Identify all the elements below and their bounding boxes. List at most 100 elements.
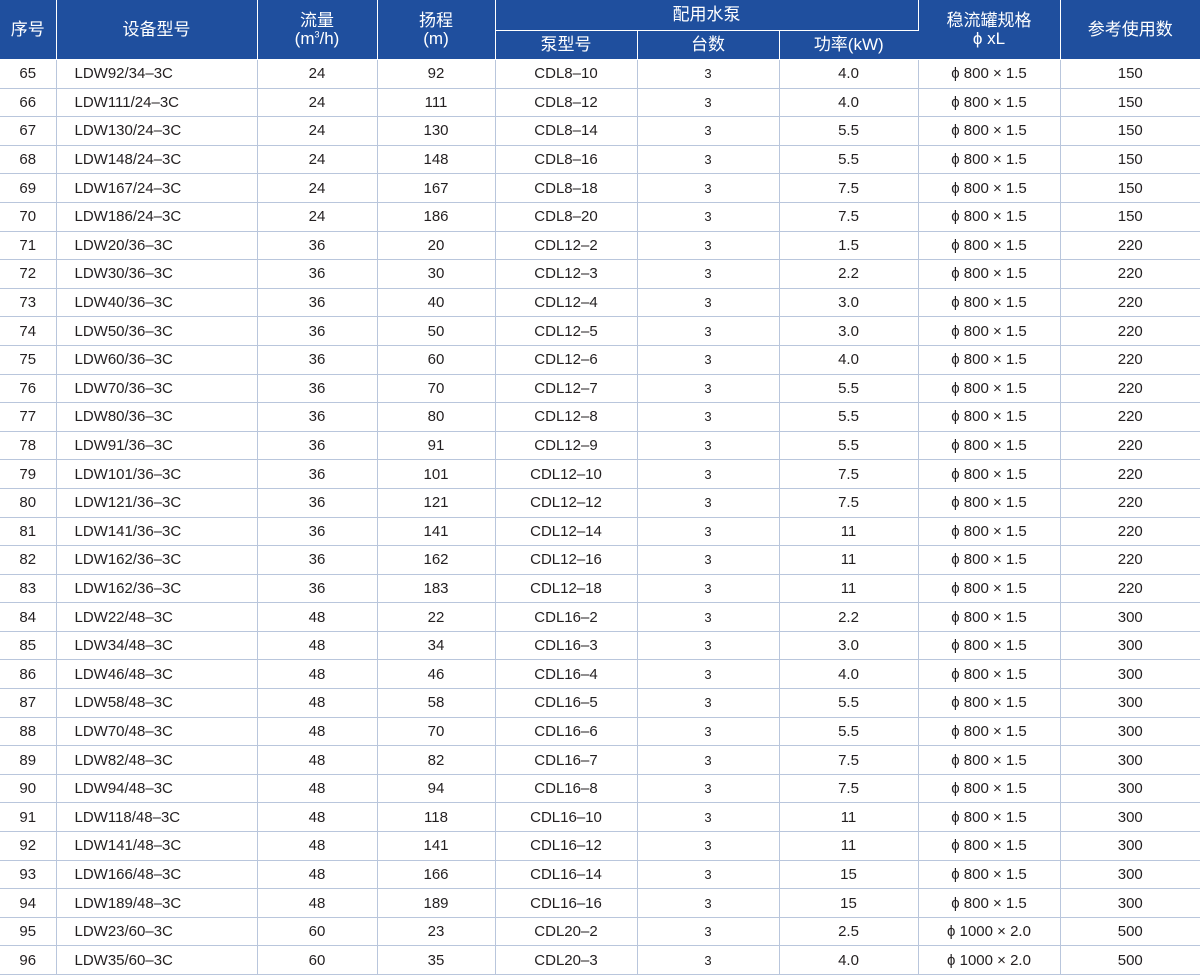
- table-row: 83 LDW162/36–3C 36 183 CDL12–18 3 11 ϕ 800 × 1.…: [0, 574, 1200, 604]
- table-row: 72 LDW30/36–3C 36 30 CDL12–3 3 2.2 ϕ 800 × 1.5 2…: [0, 259, 1200, 289]
- cell-tank-spec: ϕ 800 × 1.5: [918, 574, 1061, 604]
- cell-ref-users: 300: [1060, 860, 1200, 890]
- cell-power: 4.0: [779, 945, 919, 975]
- cell-ref-users: 300: [1060, 774, 1200, 804]
- cell-head: 118: [377, 802, 496, 833]
- cell-model: LDW167/24–3C: [56, 173, 258, 203]
- header-flow-label: 流量: [300, 10, 334, 30]
- table-row: 84 LDW22/48–3C 48 22 CDL16–2 3 2.2 ϕ 800 × 1.5 3…: [0, 602, 1200, 632]
- cell-tank-spec: ϕ 800 × 1.5: [918, 860, 1061, 890]
- cell-pump-model: CDL16–14: [495, 860, 638, 890]
- cell-ref-users: 150: [1060, 145, 1200, 175]
- cell-units: 3: [637, 860, 780, 890]
- cell-ref-users: 220: [1060, 259, 1200, 289]
- cell-power: 11: [779, 574, 919, 604]
- cell-seq: 81: [0, 517, 57, 547]
- cell-pump-model: CDL8–10: [495, 59, 638, 89]
- cell-pump-model: CDL16–2: [495, 602, 638, 632]
- cell-model: LDW30/36–3C: [56, 259, 258, 289]
- cell-flow: 48: [257, 745, 378, 775]
- cell-pump-model: CDL8–18: [495, 173, 638, 203]
- cell-pump-model: CDL8–14: [495, 116, 638, 146]
- cell-ref-users: 300: [1060, 717, 1200, 747]
- cell-units: 3: [637, 602, 780, 632]
- cell-ref-users: 220: [1060, 402, 1200, 432]
- cell-head: 70: [377, 717, 496, 747]
- table-row: 89 LDW82/48–3C 48 82 CDL16–7 3 7.5 ϕ 800 × 1.5 3…: [0, 745, 1200, 775]
- cell-power: 3.0: [779, 288, 919, 318]
- cell-pump-model: CDL12–2: [495, 231, 638, 261]
- cell-ref-users: 300: [1060, 631, 1200, 661]
- cell-power: 4.0: [779, 345, 919, 375]
- cell-power: 5.5: [779, 374, 919, 404]
- cell-head: 20: [377, 231, 496, 261]
- cell-flow: 36: [257, 431, 378, 461]
- cell-ref-users: 220: [1060, 545, 1200, 575]
- cell-power: 7.5: [779, 488, 919, 518]
- cell-ref-users: 220: [1060, 574, 1200, 604]
- cell-seq: 73: [0, 288, 57, 318]
- cell-ref-users: 220: [1060, 231, 1200, 261]
- cell-pump-model: CDL12–14: [495, 517, 638, 547]
- cell-flow: 36: [257, 345, 378, 375]
- cell-tank-spec: ϕ 800 × 1.5: [918, 717, 1061, 747]
- cell-seq: 88: [0, 717, 57, 747]
- table-row: 68 LDW148/24–3C 24 148 CDL8–16 3 5.5 ϕ 800 × 1.…: [0, 145, 1200, 175]
- cell-pump-model: CDL12–10: [495, 459, 638, 489]
- cell-model: LDW118/48–3C: [56, 802, 258, 833]
- cell-flow: 48: [257, 659, 378, 690]
- cell-seq: 87: [0, 688, 57, 718]
- cell-model: LDW70/36–3C: [56, 374, 258, 404]
- cell-tank-spec: ϕ 800 × 1.5: [918, 145, 1061, 175]
- cell-model: LDW35/60–3C: [56, 945, 258, 975]
- cell-seq: 95: [0, 917, 57, 947]
- cell-seq: 96: [0, 945, 57, 975]
- cell-head: 92: [377, 59, 496, 89]
- cell-units: 3: [637, 459, 780, 489]
- cell-units: 3: [637, 345, 780, 375]
- cell-units: 3: [637, 574, 780, 604]
- cell-seq: 66: [0, 88, 57, 118]
- cell-tank-spec: ϕ 800 × 1.5: [918, 888, 1061, 918]
- cell-ref-users: 300: [1060, 688, 1200, 718]
- header-flow: 流量 (m3/h): [257, 0, 378, 60]
- table-row: 73 LDW40/36–3C 36 40 CDL12–4 3 3.0 ϕ 800 × 1.5 2…: [0, 288, 1200, 318]
- cell-units: 3: [637, 888, 780, 918]
- cell-units: 3: [637, 173, 780, 203]
- cell-head: 111: [377, 88, 496, 118]
- cell-seq: 89: [0, 745, 57, 775]
- cell-ref-users: 150: [1060, 88, 1200, 118]
- cell-power: 7.5: [779, 202, 919, 232]
- table-row: 96 LDW35/60–3C 60 35 CDL20–3 3 4.0 ϕ 1000 × 2.0…: [0, 945, 1200, 975]
- cell-flow: 36: [257, 545, 378, 575]
- table-row: 82 LDW162/36–3C 36 162 CDL12–16 3 11 ϕ 800 × 1.…: [0, 545, 1200, 575]
- cell-model: LDW101/36–3C: [56, 459, 258, 489]
- cell-units: 3: [637, 717, 780, 747]
- cell-tank-spec: ϕ 800 × 1.5: [918, 316, 1061, 346]
- cell-flow: 24: [257, 59, 378, 89]
- cell-ref-users: 150: [1060, 116, 1200, 146]
- cell-power: 5.5: [779, 688, 919, 718]
- cell-head: 80: [377, 402, 496, 432]
- cell-model: LDW50/36–3C: [56, 316, 258, 346]
- header-tank-spec: 稳流罐规格 ϕ xL: [918, 0, 1061, 60]
- cell-ref-users: 300: [1060, 831, 1200, 861]
- cell-model: LDW94/48–3C: [56, 774, 258, 804]
- cell-pump-model: CDL12–3: [495, 259, 638, 289]
- cell-flow: 36: [257, 231, 378, 261]
- table-row: 90 LDW94/48–3C 48 94 CDL16–8 3 7.5 ϕ 800 × 1.5 3…: [0, 774, 1200, 804]
- cell-power: 3.0: [779, 316, 919, 346]
- cell-units: 3: [637, 88, 780, 118]
- cell-model: LDW60/36–3C: [56, 345, 258, 375]
- cell-units: 3: [637, 774, 780, 804]
- cell-tank-spec: ϕ 800 × 1.5: [918, 802, 1061, 833]
- cell-model: LDW162/36–3C: [56, 545, 258, 575]
- cell-pump-model: CDL12–8: [495, 402, 638, 432]
- table-row: 75 LDW60/36–3C 36 60 CDL12–6 3 4.0 ϕ 800 × 1.5 2…: [0, 345, 1200, 375]
- cell-seq: 90: [0, 774, 57, 804]
- cell-flow: 36: [257, 259, 378, 289]
- cell-flow: 24: [257, 145, 378, 175]
- cell-power: 7.5: [779, 774, 919, 804]
- cell-head: 166: [377, 860, 496, 890]
- cell-pump-model: CDL16–5: [495, 688, 638, 718]
